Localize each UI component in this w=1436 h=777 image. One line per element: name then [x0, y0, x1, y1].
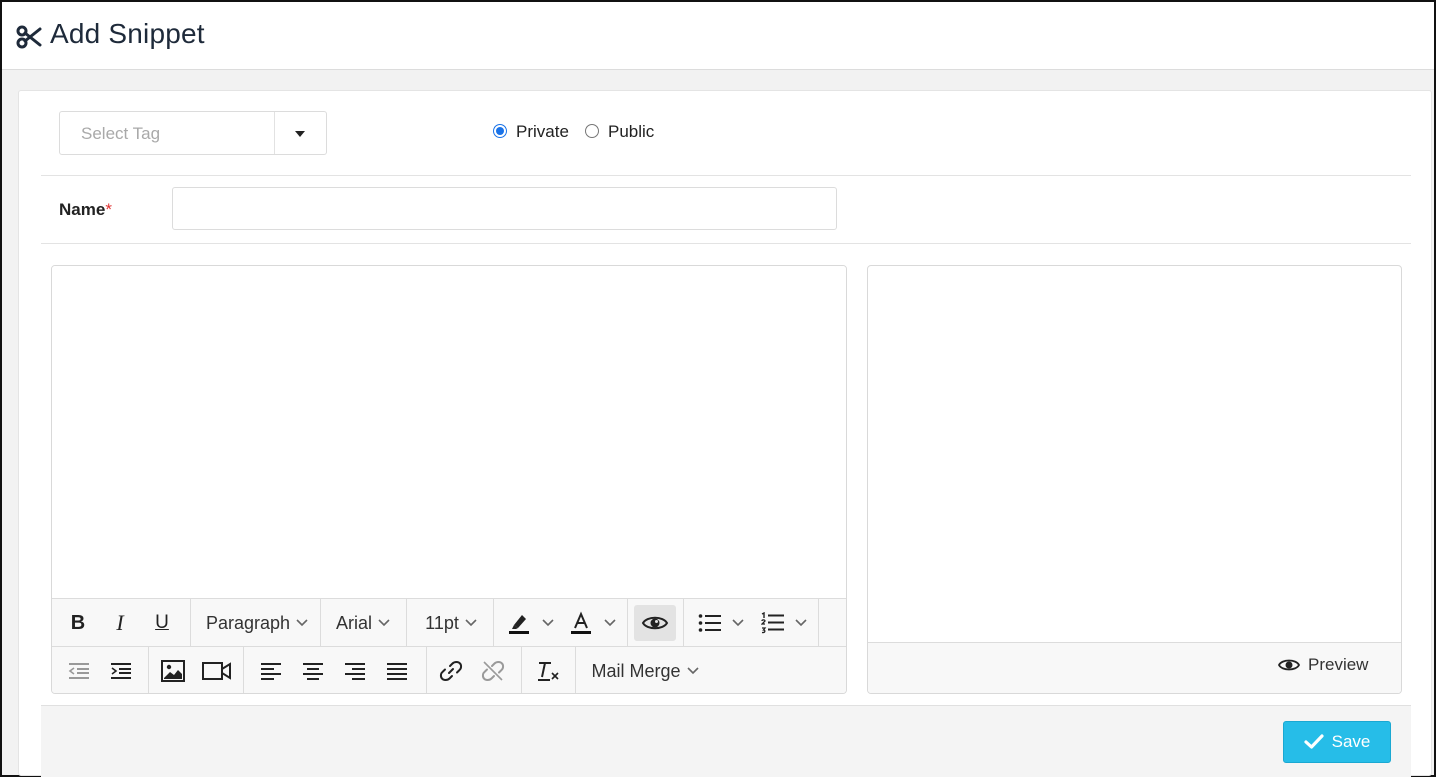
- caret-down-icon[interactable]: [294, 130, 306, 138]
- highlight-color-button[interactable]: [502, 605, 558, 641]
- preview-button[interactable]: Preview: [1278, 655, 1368, 675]
- editor-toolbar: B I U Paragraph Arial 11pt Mail Merge: [52, 598, 846, 693]
- align-left-icon: [261, 663, 281, 680]
- check-icon: [1304, 734, 1324, 749]
- underline-label: U: [155, 612, 169, 633]
- toolbar-separator: [627, 599, 628, 647]
- tag-select-placeholder: Select Tag: [81, 124, 161, 143]
- insert-image-button[interactable]: [158, 653, 188, 689]
- indent-icon: [111, 663, 131, 679]
- preview-toggle-button[interactable]: [634, 605, 676, 641]
- outdent-icon: [68, 663, 89, 679]
- toolbar-separator: [818, 599, 819, 647]
- chevron-down-icon: [604, 619, 616, 627]
- chevron-down-icon: [542, 619, 554, 627]
- rich-text-editor: B I U Paragraph Arial 11pt Mail Merge: [51, 265, 847, 694]
- tag-select[interactable]: Select Tag: [59, 111, 327, 155]
- outdent-button[interactable]: [64, 653, 94, 689]
- tag-select-divider: [274, 112, 275, 154]
- page-title: Add Snippet: [50, 18, 205, 49]
- mail-merge-dropdown[interactable]: Mail Merge: [586, 653, 704, 689]
- insert-video-button[interactable]: [200, 653, 234, 689]
- font-family-label: Arial: [335, 612, 372, 633]
- chevron-down-icon: [378, 619, 390, 627]
- radio-private[interactable]: [493, 124, 507, 138]
- name-label-text: Name: [59, 200, 106, 219]
- text-color-icon: [571, 611, 591, 634]
- bullet-list-icon: [698, 614, 721, 632]
- align-center-icon: [303, 663, 323, 680]
- align-justify-icon: [387, 663, 407, 680]
- name-input[interactable]: [172, 187, 837, 230]
- bold-button[interactable]: B: [64, 605, 92, 641]
- toolbar-separator: [521, 647, 522, 693]
- radio-private-label[interactable]: Private: [516, 122, 569, 142]
- remove-link-button[interactable]: [478, 653, 508, 689]
- radio-public-label[interactable]: Public: [608, 122, 654, 142]
- chevron-down-icon: [795, 619, 807, 627]
- align-left-button[interactable]: [256, 653, 286, 689]
- insert-link-button[interactable]: [436, 653, 466, 689]
- align-justify-button[interactable]: [382, 653, 412, 689]
- chevron-down-icon: [686, 667, 699, 675]
- preview-footer: Preview: [868, 642, 1401, 693]
- block-format-dropdown[interactable]: Paragraph: [198, 605, 316, 641]
- chevron-down-icon: [465, 619, 477, 627]
- numbered-list-button[interactable]: [756, 605, 812, 641]
- italic-button[interactable]: I: [106, 605, 134, 641]
- chevron-down-icon: [732, 619, 744, 627]
- toolbar-row-1: B I U Paragraph Arial 11pt: [52, 599, 846, 647]
- divider: [41, 243, 1411, 244]
- name-label: Name*: [59, 200, 112, 220]
- toolbar-separator: [148, 647, 149, 693]
- toolbar-separator: [575, 647, 576, 693]
- preview-label: Preview: [1308, 655, 1369, 674]
- text-color-button[interactable]: [564, 605, 620, 641]
- chevron-down-icon: [296, 619, 308, 627]
- editor-content-area[interactable]: [52, 266, 846, 598]
- align-center-button[interactable]: [298, 653, 328, 689]
- unlink-icon: [481, 661, 505, 681]
- image-icon: [161, 660, 185, 682]
- preview-panel: Preview: [867, 265, 1402, 694]
- bold-label: B: [70, 611, 86, 634]
- mail-merge-label: Mail Merge: [591, 660, 681, 681]
- font-size-label: 11pt: [425, 612, 459, 633]
- toolbar-separator: [190, 599, 191, 647]
- toolbar-separator: [426, 647, 427, 693]
- toolbar-separator: [406, 599, 407, 647]
- toolbar-separator: [243, 647, 244, 693]
- align-right-icon: [345, 663, 365, 680]
- save-label: Save: [1331, 732, 1371, 751]
- link-icon: [439, 661, 463, 681]
- clear-formatting-button[interactable]: [532, 653, 564, 689]
- snippet-form: Select Tag Private Public Name* B I U Pa…: [18, 90, 1432, 777]
- underline-button[interactable]: U: [148, 605, 176, 641]
- numbered-list-icon: [761, 612, 784, 634]
- toolbar-row-2: Mail Merge: [52, 647, 846, 693]
- eye-icon: [1278, 659, 1300, 671]
- app-frame: Add Snippet Select Tag Private Public Na…: [0, 0, 1436, 777]
- toolbar-separator: [320, 599, 321, 647]
- eye-icon: [641, 616, 669, 630]
- page-header: Add Snippet: [2, 2, 1434, 70]
- italic-label: I: [116, 610, 124, 635]
- align-right-button[interactable]: [340, 653, 370, 689]
- block-format-label: Paragraph: [205, 612, 291, 633]
- toolbar-separator: [493, 599, 494, 647]
- form-footer: Save: [41, 705, 1411, 777]
- video-icon: [202, 662, 231, 680]
- divider: [41, 175, 1411, 176]
- bullet-list-button[interactable]: [694, 605, 748, 641]
- save-button[interactable]: Save: [1283, 721, 1391, 763]
- font-family-dropdown[interactable]: Arial: [328, 605, 398, 641]
- font-size-dropdown[interactable]: 11pt: [414, 605, 488, 641]
- indent-button[interactable]: [106, 653, 136, 689]
- required-marker: *: [105, 200, 112, 219]
- clear-formatting-icon: [538, 662, 559, 681]
- scissors-icon: [16, 25, 42, 49]
- toolbar-separator: [683, 599, 684, 647]
- radio-public[interactable]: [585, 124, 599, 138]
- highlight-color-icon: [509, 615, 529, 634]
